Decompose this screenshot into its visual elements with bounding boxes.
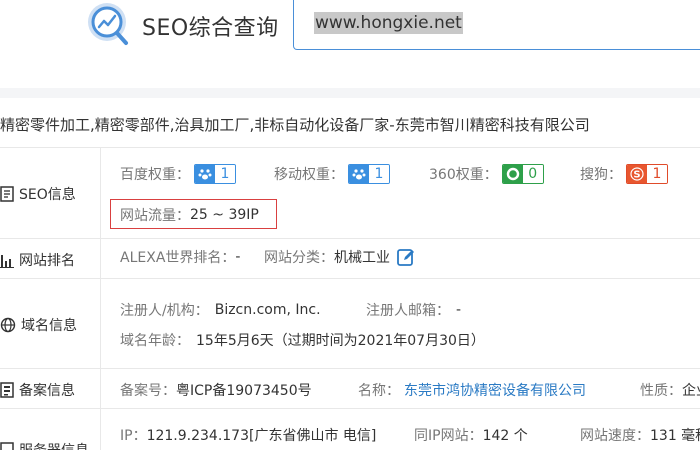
site-category: 网站分类： 机械工业	[264, 247, 416, 267]
svg-text:S: S	[633, 170, 640, 181]
paw-icon	[349, 165, 369, 183]
registrant-email: 注册人邮箱： -	[366, 302, 462, 319]
site-traffic: 网站流量： 25 ~ 39IP	[120, 207, 259, 224]
site-speed: 网站速度： 131 毫秒	[580, 428, 700, 444]
icp-name: 名称： 东莞市鸿协精密设备有限公司	[358, 380, 586, 400]
section-label-domain: 域名信息	[0, 315, 77, 335]
edit-icon[interactable]	[396, 247, 416, 267]
section-label-server: 服务器信息	[0, 440, 89, 450]
search-input-value[interactable]: www.hongxie.net	[314, 12, 463, 34]
header-divider	[0, 88, 700, 98]
mobile-weight-badge[interactable]: 1	[348, 164, 390, 184]
table-divider	[0, 368, 700, 369]
registrar: 注册人/机构： Bizcn.com, Inc.	[120, 302, 321, 319]
same-ip-sites: 同IP网站： 142 个	[414, 428, 528, 444]
table-column-divider	[100, 147, 101, 450]
search-input[interactable]: www.hongxie.net	[293, 0, 700, 50]
header: SEO综合查询 www.hongxie.net	[0, 0, 700, 88]
baidu-weight-badge[interactable]: 1	[194, 164, 236, 184]
logo-text: SEO综合查询	[142, 16, 279, 41]
baidu-weight: 百度权重： 1	[120, 164, 236, 184]
record-icon	[0, 382, 14, 398]
site-title: 精密零件加工,精密零部件,治具加工厂,非标自动化设备厂家-东莞市智川精密科技有限…	[0, 116, 590, 134]
paw-icon	[195, 165, 215, 183]
bar-chart-icon	[0, 255, 14, 268]
section-label-seo: SEO信息	[0, 184, 76, 204]
table-divider	[0, 147, 700, 148]
s360-weight: 360权重： 0	[429, 164, 544, 184]
table-divider	[0, 278, 700, 279]
alexa-rank: ALEXA世界排名： -	[120, 249, 241, 266]
sogou-weight-badge[interactable]: S 1	[626, 164, 668, 184]
sogou-weight: 搜狗： S 1	[580, 164, 668, 184]
table-divider	[0, 408, 700, 409]
document-icon	[0, 186, 14, 202]
domain-age: 域名年龄： 15年5月6天（过期时间为2021年07月30日）	[120, 333, 485, 349]
server-icon	[0, 442, 14, 450]
icp-number: 备案号： 粤ICP备19073450号	[120, 383, 312, 399]
s360-weight-badge[interactable]: 0	[501, 164, 544, 184]
table-divider	[0, 238, 700, 239]
server-ip: IP： 121.9.234.173[广东省佛山市 电信]	[120, 428, 377, 444]
sogou-logo-icon: S	[627, 165, 647, 183]
icp-nature: 性质： 企业	[640, 383, 700, 399]
section-label-rank: 网站排名	[0, 250, 75, 270]
mobile-weight: 移动权重： 1	[274, 164, 390, 184]
section-label-icp: 备案信息	[0, 380, 75, 400]
360-logo-icon	[502, 165, 523, 183]
globe-icon	[0, 317, 16, 333]
logo-magnifier-icon	[88, 3, 128, 45]
icp-name-link[interactable]: 东莞市鸿协精密设备有限公司	[404, 380, 586, 400]
